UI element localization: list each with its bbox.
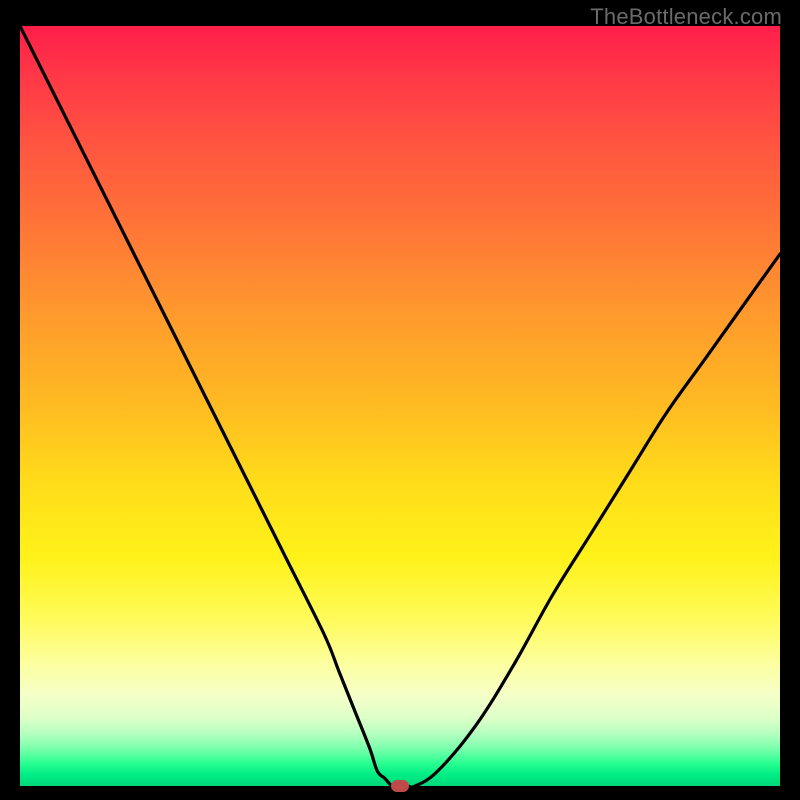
bottleneck-curve: [20, 26, 780, 787]
curve-svg: [20, 26, 780, 786]
chart-frame: TheBottleneck.com: [0, 0, 800, 800]
plot-area: [20, 26, 780, 786]
optimum-marker: [391, 780, 409, 792]
